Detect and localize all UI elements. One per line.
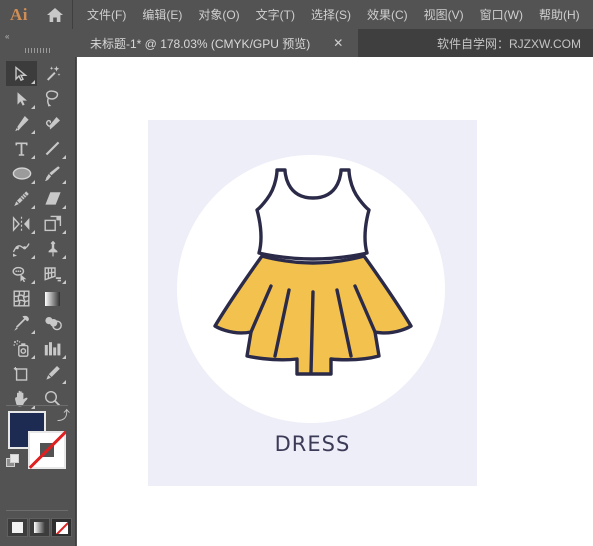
tool-width[interactable] [6,236,37,261]
flyout-corner-icon [31,105,35,109]
tool-reflect[interactable] [6,211,37,236]
tools-panel: ⤴ [0,57,76,546]
tool-shape-builder[interactable] [6,261,37,286]
swap-fill-stroke-icon[interactable]: ⤴ [57,409,70,422]
tool-paintbrush[interactable] [37,161,68,186]
tool-curvature[interactable] [37,111,68,136]
tool-lasso[interactable] [37,86,68,111]
tool-mesh[interactable] [6,286,37,311]
color-controls: ⤴ [6,409,70,479]
document-tab-title: 未标题-1* @ 178.03% (CMYK/GPU 预览) [90,36,311,51]
flyout-corner-icon [31,205,35,209]
tool-hand[interactable] [6,386,37,411]
fillmode-color[interactable] [7,518,28,537]
tool-symbol-sprayer[interactable] [6,336,37,361]
tool-blend[interactable] [37,311,68,336]
tool-ellipse[interactable] [6,161,37,186]
menu-edit[interactable]: 编辑(E) [134,0,190,29]
tool-selection[interactable] [6,61,37,86]
document-tab-bar: « 未标题-1* @ 178.03% (CMYK/GPU 预览) ✕ 软件自学网… [0,29,593,57]
flyout-corner-icon [31,255,35,259]
stroke-color-swatch[interactable] [28,431,66,469]
tool-grid [6,61,68,411]
double-chevron-left-icon: « [5,32,10,41]
none-icon [55,521,68,534]
tool-scale[interactable] [37,211,68,236]
menu-help[interactable]: 帮助(H) [531,0,588,29]
menu-bar: Ai 文件(F) 编辑(E) 对象(O) 文字(T) 选择(S) 效果(C) 视… [0,0,593,29]
flyout-corner-icon [31,130,35,134]
tool-gradient[interactable] [37,286,68,311]
flyout-corner-icon [62,155,66,159]
document-tab[interactable]: 未标题-1* @ 178.03% (CMYK/GPU 预览) ✕ [76,29,360,57]
panel-drag-grip[interactable] [0,44,76,57]
menubar-divider [72,0,73,29]
tool-type[interactable] [6,136,37,161]
menu-window[interactable]: 窗口(W) [472,0,531,29]
flyout-corner-icon [31,155,35,159]
illustrator-window: Ai 文件(F) 编辑(E) 对象(O) 文字(T) 选择(S) 效果(C) 视… [0,0,593,546]
menu-type[interactable]: 文字(T) [248,0,303,29]
tool-perspective-grid[interactable] [37,261,68,286]
panel-collapse-button[interactable]: « [0,29,76,44]
tool-eyedropper[interactable] [6,311,37,336]
artboard[interactable]: DRESS [148,120,477,486]
gradient-icon [34,522,45,533]
menu-effect[interactable]: 效果(C) [359,0,416,29]
tool-direct-selection[interactable] [6,86,37,111]
flyout-corner-icon [31,330,35,334]
flyout-corner-icon [62,230,66,234]
solid-color-icon [12,522,23,533]
tool-magic-wand[interactable] [37,61,68,86]
flyout-corner-icon [31,180,35,184]
close-icon[interactable]: ✕ [330,35,346,51]
menu-object[interactable]: 对象(O) [190,0,247,29]
tool-eraser[interactable] [37,186,68,211]
flyout-corner-icon [62,205,66,209]
menu-view[interactable]: 视图(V) [416,0,472,29]
watermark-text: 软件自学网：RJZXW.COM [437,36,581,51]
flyout-corner-icon [62,255,66,259]
flyout-corner-icon [62,180,66,184]
fill-mode-buttons [7,518,72,537]
menu-item-list: 文件(F) 编辑(E) 对象(O) 文字(T) 选择(S) 效果(C) 视图(V… [79,0,588,29]
menu-file[interactable]: 文件(F) [79,0,134,29]
grip-dots-icon [25,48,51,53]
home-icon[interactable] [38,0,72,29]
tool-line-segment[interactable] [37,136,68,161]
flyout-corner-icon [62,380,66,384]
toolpanel-divider-fillmodes [6,510,68,511]
document-canvas[interactable]: DRESS [77,57,593,546]
tool-slice[interactable] [37,361,68,386]
tool-pen[interactable] [6,111,37,136]
fillmode-gradient[interactable] [29,518,50,537]
flyout-corner-icon [31,80,35,84]
flyout-corner-icon [62,355,66,359]
flyout-corner-icon [31,230,35,234]
menu-select[interactable]: 选择(S) [303,0,359,29]
flyout-corner-icon [62,280,66,284]
app-logo: Ai [10,4,28,24]
flyout-corner-icon [31,280,35,284]
fillmode-none[interactable] [51,518,72,537]
default-fill-box [10,454,19,463]
artwork-label[interactable]: DRESS [148,432,477,456]
tool-free-transform[interactable] [37,236,68,261]
toolpanel-divider-colors [6,405,68,406]
default-colors-icon[interactable] [6,454,20,468]
dress-illustration[interactable] [203,160,423,390]
tool-column-graph[interactable] [37,336,68,361]
tool-artboard[interactable] [6,361,37,386]
none-slash-icon [28,431,66,469]
tool-pencil[interactable] [6,186,37,211]
flyout-corner-icon [31,355,35,359]
